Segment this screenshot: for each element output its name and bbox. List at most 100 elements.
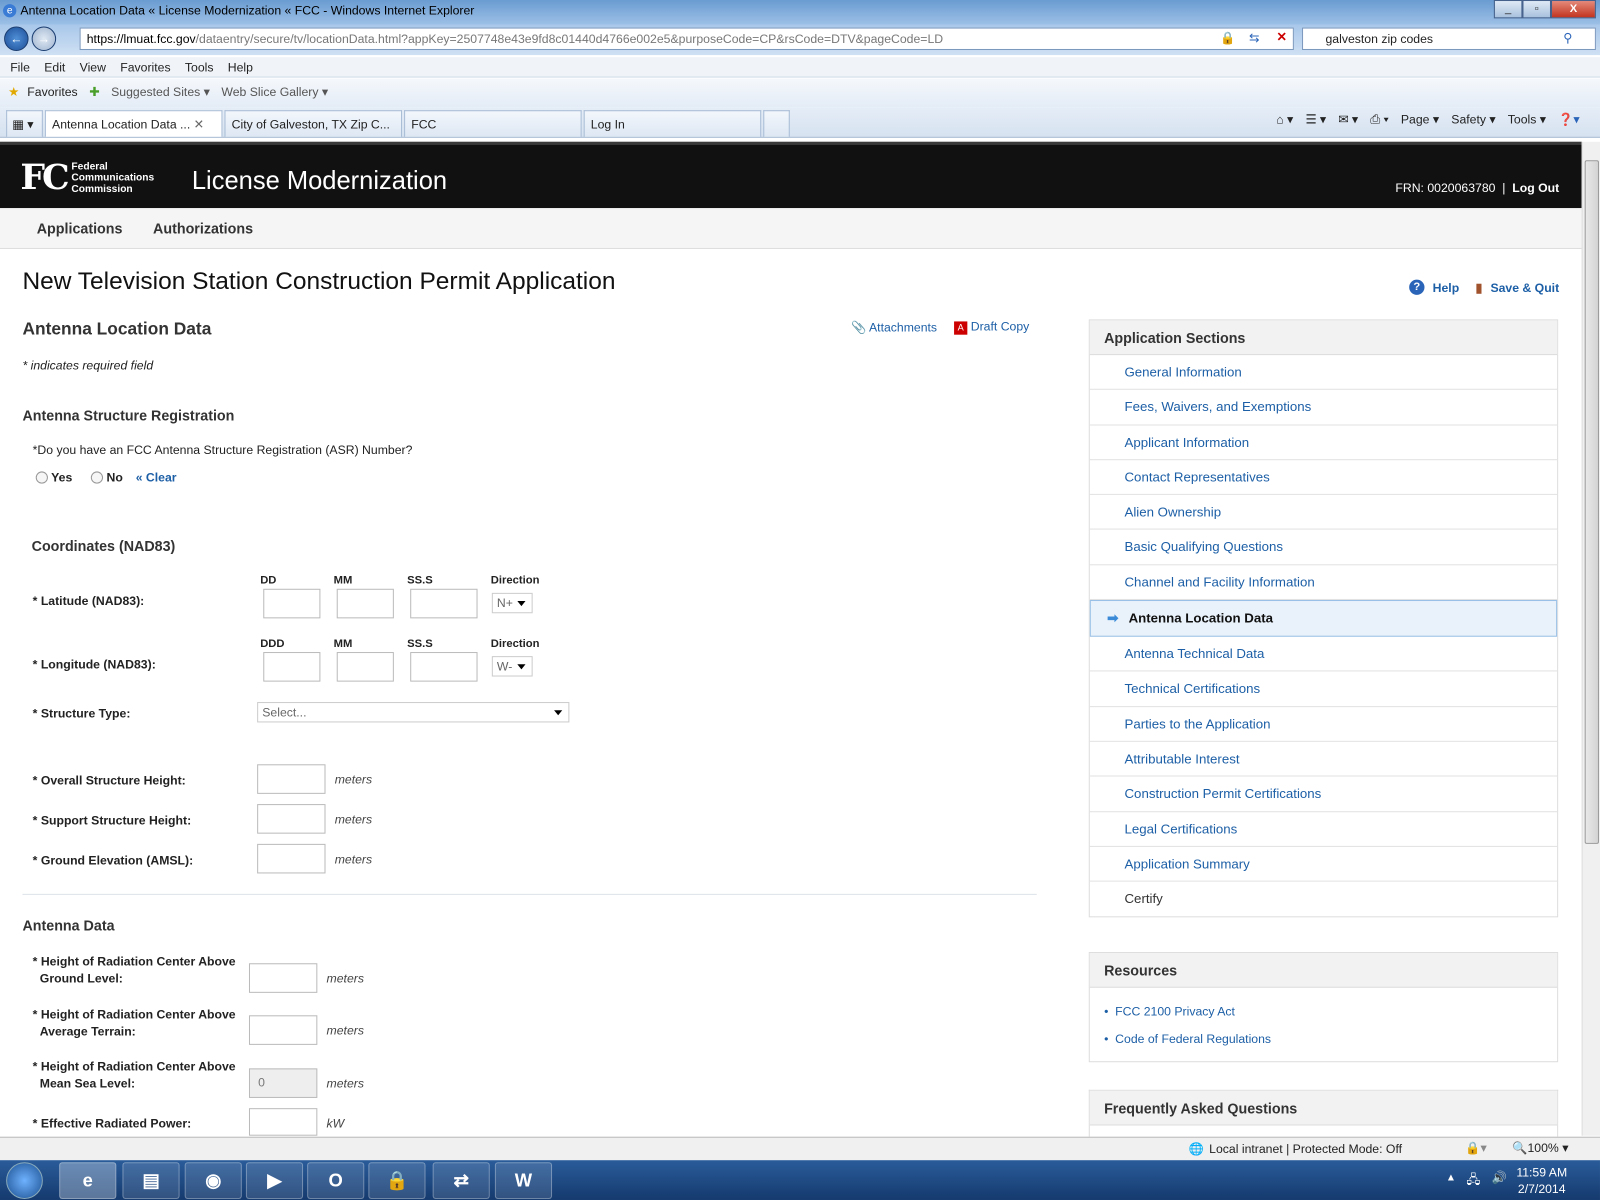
protected-mode-icon[interactable]: 🔒▾ [1465,1141,1486,1155]
scroll-thumb[interactable] [1584,160,1599,844]
search-icon[interactable]: ⚲ [1563,31,1572,45]
network-icon[interactable]: 🖧 [1466,1170,1480,1191]
maximize-button[interactable]: ▫ [1522,0,1552,19]
asr-yes-option[interactable]: Yes [35,470,72,485]
volume-icon[interactable]: 🔊 [1492,1170,1507,1184]
latitude-degrees-input[interactable] [263,588,321,619]
nav-authorizations[interactable]: Authorizations [153,220,253,236]
taskbar-ie[interactable]: e [59,1162,117,1199]
menu-view[interactable]: View [80,60,106,74]
start-button[interactable] [6,1162,43,1199]
longitude-minutes-input[interactable] [336,652,394,682]
sidebar-item-technical-certifications[interactable]: Technical Certifications [1089,672,1558,707]
close-window-button[interactable]: X [1551,0,1596,19]
nav-applications[interactable]: Applications [37,220,123,236]
sidebar-item-application-summary[interactable]: Application Summary [1089,847,1558,882]
vertical-scrollbar[interactable] [1581,141,1600,1136]
tab-galveston[interactable]: City of Galveston, TX Zip C... [224,110,403,137]
longitude-degrees-input[interactable] [263,652,321,682]
stop-icon[interactable]: ✕ [1277,30,1287,44]
tab-log-in[interactable]: Log In [583,110,762,137]
taskbar-word[interactable]: W [494,1162,553,1199]
resource-cfr[interactable]: • Code of Federal Regulations [1104,1026,1557,1054]
longitude-direction-select[interactable]: W- [491,656,533,677]
sidebar-item-alien-ownership[interactable]: Alien Ownership [1089,495,1558,531]
minimize-button[interactable]: _ [1493,0,1523,19]
web-slice-gallery-link[interactable]: Web Slice Gallery ▾ [221,85,328,99]
hrc-aat-input[interactable] [248,1015,318,1045]
latitude-minutes-input[interactable] [336,588,394,619]
sidebar-item-legal-certifications[interactable]: Legal Certifications [1089,812,1558,847]
menu-help[interactable]: Help [228,60,253,74]
sidebar-item-construction-permit-certifications[interactable]: Construction Permit Certifications [1089,777,1558,812]
sidebar-item-attributable-interest[interactable]: Attributable Interest [1089,742,1558,777]
taskbar-app[interactable]: 🔒 [368,1162,426,1199]
sidebar-item-applicant-information[interactable]: Applicant Information [1089,425,1558,461]
tools-menu[interactable]: Tools ▾ [1508,112,1546,127]
mail-icon[interactable]: ✉ ▾ [1338,112,1358,127]
hrc-agl-input[interactable] [248,963,318,993]
feeds-icon[interactable]: ☰ ▾ [1305,112,1326,127]
taskbar-media-player[interactable]: ▶ [245,1162,304,1199]
taskbar-outlook[interactable]: O [307,1162,365,1199]
draft-copy-link[interactable]: A Draft Copy [954,319,1029,335]
menu-edit[interactable]: Edit [44,60,65,74]
sidebar-item-basic-qualifying-questions[interactable]: Basic Qualifying Questions [1089,530,1558,566]
back-button[interactable]: ← [4,26,29,52]
home-icon[interactable]: ⌂ ▾ [1276,112,1293,127]
asr-no-option[interactable]: No [90,470,123,485]
forward-button[interactable]: → [31,26,57,52]
add-favorite-icon[interactable]: ✚ [89,85,99,99]
sidebar-item-contact-representatives[interactable]: Contact Representatives [1089,460,1558,496]
safety-menu[interactable]: Safety ▾ [1451,112,1495,127]
taskbar-chrome[interactable]: ◉ [184,1162,242,1199]
address-bar[interactable]: https://lmuat.fcc.gov/dataentry/secure/t… [79,27,1294,50]
close-tab-icon[interactable]: ✕ [194,117,204,131]
longitude-seconds-input[interactable] [410,652,478,682]
new-tab-button[interactable] [763,110,790,137]
quick-tabs-button[interactable]: ▦ ▾ [6,110,43,137]
sidebar-item-antenna-location-data[interactable]: ➡ Antenna Location Data [1089,600,1558,637]
no-radio[interactable] [90,471,104,484]
frn-number: FRN: 0020063780 [1395,180,1496,195]
print-icon[interactable]: ⎙ ▾ [1370,112,1388,127]
support-height-input[interactable] [257,804,326,834]
latitude-direction-select[interactable]: N+ [491,592,533,614]
overall-height-input[interactable] [257,764,326,794]
help-link[interactable]: Help [1433,280,1460,294]
sidebar-item-antenna-technical-data[interactable]: Antenna Technical Data [1089,637,1558,672]
yes-radio[interactable] [35,471,48,484]
taskbar-explorer[interactable]: ▤ [122,1162,180,1199]
resource-privacy-act[interactable]: • FCC 2100 Privacy Act [1104,998,1557,1026]
page-menu[interactable]: Page ▾ [1401,112,1439,127]
logout-link[interactable]: Log Out [1512,181,1559,195]
clock[interactable]: 11:59 AM 2/7/2014 [1516,1164,1567,1197]
refresh-icon[interactable]: ⇆ [1249,31,1259,45]
sidebar-item-parties-to-the-application[interactable]: Parties to the Application [1089,707,1558,742]
fcc-logo[interactable]: FC Federal Communications Commission [20,159,154,196]
tab-fcc[interactable]: FCC [404,110,582,137]
tray-expand-icon[interactable]: ▲ [1446,1172,1456,1183]
clear-link[interactable]: « Clear [136,470,177,484]
ground-elevation-input[interactable] [257,843,326,874]
structure-type-select[interactable]: Select... [257,702,570,723]
tab-label: Log In [590,117,625,132]
sidebar-item-fees-waivers-and-exemptions[interactable]: Fees, Waivers, and Exemptions [1089,390,1558,426]
search-input[interactable]: galveston zip codes [1302,27,1596,50]
help-icon[interactable]: ❓▾ [1558,112,1579,127]
menu-favorites[interactable]: Favorites [120,60,170,74]
taskbar-remote[interactable]: ⇄ [432,1162,490,1199]
zoom-control[interactable]: 🔍100% ▾ [1512,1141,1568,1155]
latitude-seconds-input[interactable] [410,588,478,619]
suggested-sites-link[interactable]: Suggested Sites ▾ [111,85,210,99]
menu-file[interactable]: File [10,60,30,74]
sidebar-item-channel-and-facility-information[interactable]: Channel and Facility Information [1089,565,1558,601]
tab-antenna-location-data[interactable]: Antenna Location Data ... ✕ [44,110,223,137]
sidebar-item-general-information[interactable]: General Information [1089,355,1558,391]
save-quit-link[interactable]: Save & Quit [1490,280,1559,294]
favorites-button[interactable]: Favorites [27,85,77,99]
sidebar-item-certify[interactable]: Certify [1090,882,1557,917]
erp-input[interactable] [248,1108,318,1136]
attachments-link[interactable]: 📎 Attachments [851,320,937,334]
menu-tools[interactable]: Tools [185,60,214,74]
